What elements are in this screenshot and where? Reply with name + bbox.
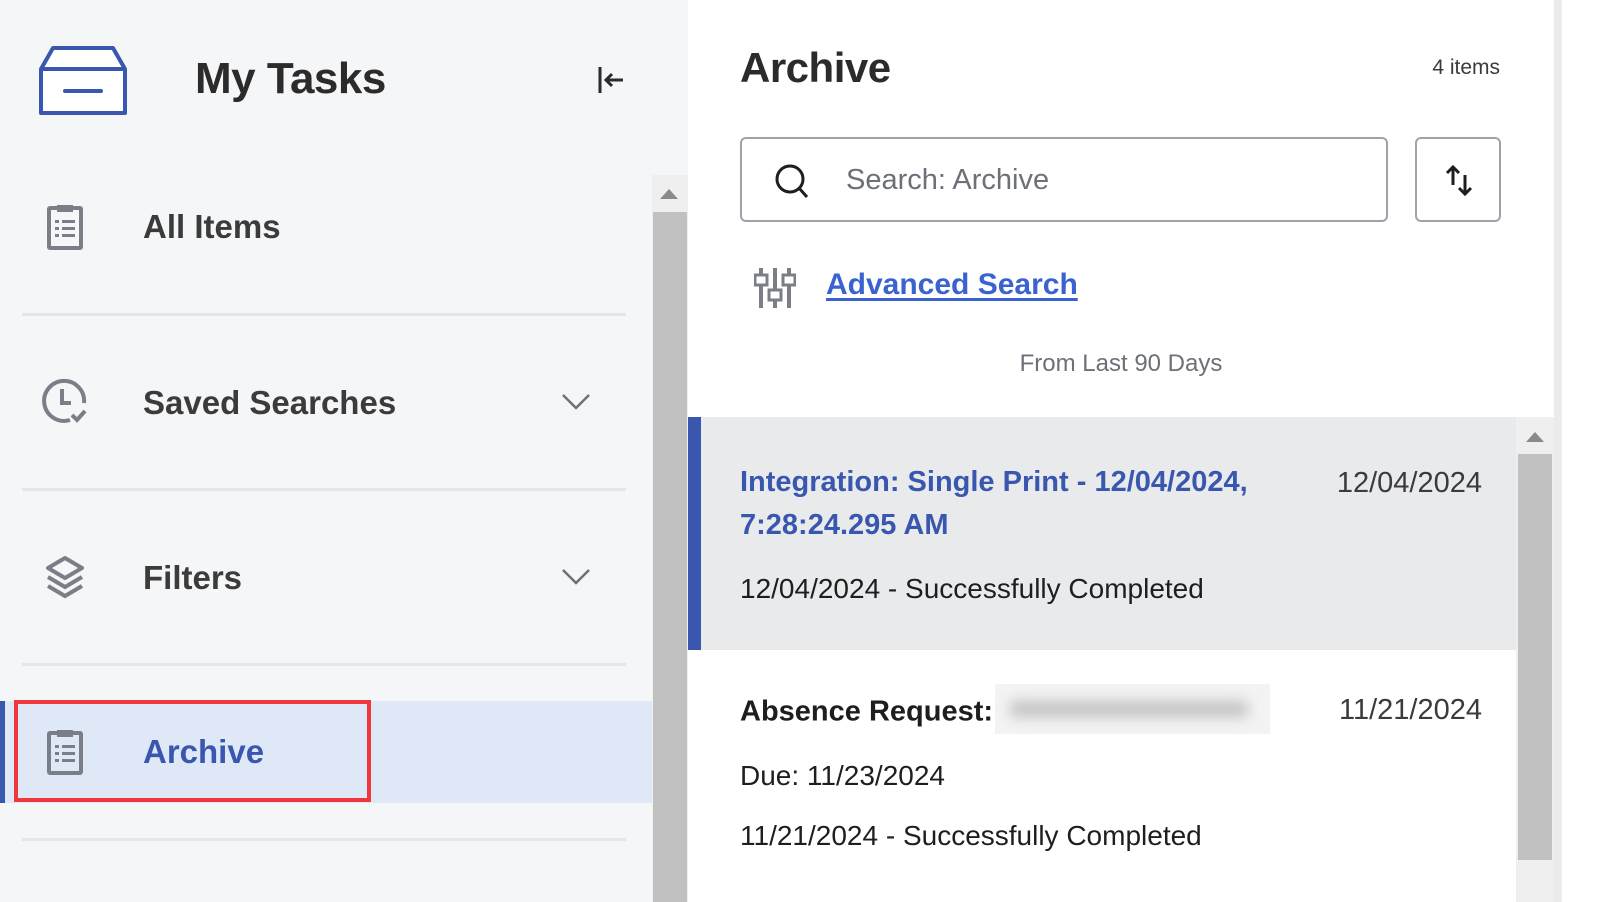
collapse-sidebar-button[interactable] [592,62,628,98]
archive-panel: Archive 4 items Advanced Sear [688,0,1554,902]
scroll-up-arrow-icon[interactable] [660,189,678,199]
chevron-down-icon [562,394,590,410]
sidebar: My Tasks All Items Saved Searches Filter… [0,0,688,902]
date-range-note: From Last 90 Days [1019,350,1223,377]
active-indicator [0,701,5,803]
item-status: 12/04/2024 - Successfully Completed [740,573,1204,604]
list-item[interactable]: Integration: Single Print - 12/04/2024, … [688,417,1516,650]
sliders-filter-icon [754,268,796,308]
app-title: My Tasks [195,54,386,103]
advanced-search-link[interactable]: Advanced Search [826,268,1078,302]
sort-button[interactable] [1415,137,1501,222]
sidebar-item-all-items[interactable]: All Items [0,140,652,315]
item-date: 12/04/2024 [1336,467,1482,499]
item-title[interactable]: Integration: Single Print - 12/04/2024, … [740,461,1300,547]
redacted-name [995,684,1271,734]
item-status: 11/21/2024 - Successfully Completed [740,820,1202,851]
panel-edge [1554,0,1562,902]
right-gutter [1562,0,1600,902]
layers-icon [46,556,84,599]
clock-check-icon [42,378,87,423]
chevron-down-icon [562,569,590,585]
item-title: Absence Request: [740,684,1300,738]
sidebar-item-archive[interactable]: Archive [0,701,652,803]
sidebar-item-filters[interactable]: Filters [0,491,652,666]
my-tasks-app: My Tasks All Items Saved Searches Filter… [0,0,1600,902]
search-input[interactable] [846,157,1366,203]
sidebar-item-label: Archive [143,733,265,770]
scrollbar-thumb[interactable] [653,212,687,902]
page-title: Archive [740,44,891,91]
collapse-left-icon [598,67,623,93]
sidebar-item-saved-searches[interactable]: Saved Searches [0,316,652,491]
item-count: 4 items [1432,56,1500,79]
item-due-date: Due: 11/23/2024 [740,760,945,791]
item-title-text: Absence Request: [740,695,994,728]
sort-arrows-icon [1445,164,1473,197]
search-field[interactable] [740,137,1388,222]
list-item[interactable]: Absence Request: 11/21/2024 Due: 11/23/2… [688,650,1516,902]
sidebar-scrollbar[interactable] [652,175,688,902]
scroll-up-arrow-icon[interactable] [1526,432,1544,442]
list-scrollbar[interactable] [1516,417,1554,902]
sidebar-item-label: All Items [143,208,281,245]
scrollbar-thumb[interactable] [1518,454,1552,860]
inbox-tray-logo-icon [39,46,127,115]
item-date: 11/21/2024 [1339,694,1482,726]
sidebar-item-label: Saved Searches [143,384,397,421]
search-icon [775,164,809,198]
selected-indicator [688,417,701,650]
archive-list: Integration: Single Print - 12/04/2024, … [688,417,1516,902]
divider [22,663,626,666]
clipboard-list-icon [47,205,83,250]
clipboard-list-icon [47,730,83,775]
sidebar-item-label: Filters [143,559,243,596]
divider [22,838,626,841]
